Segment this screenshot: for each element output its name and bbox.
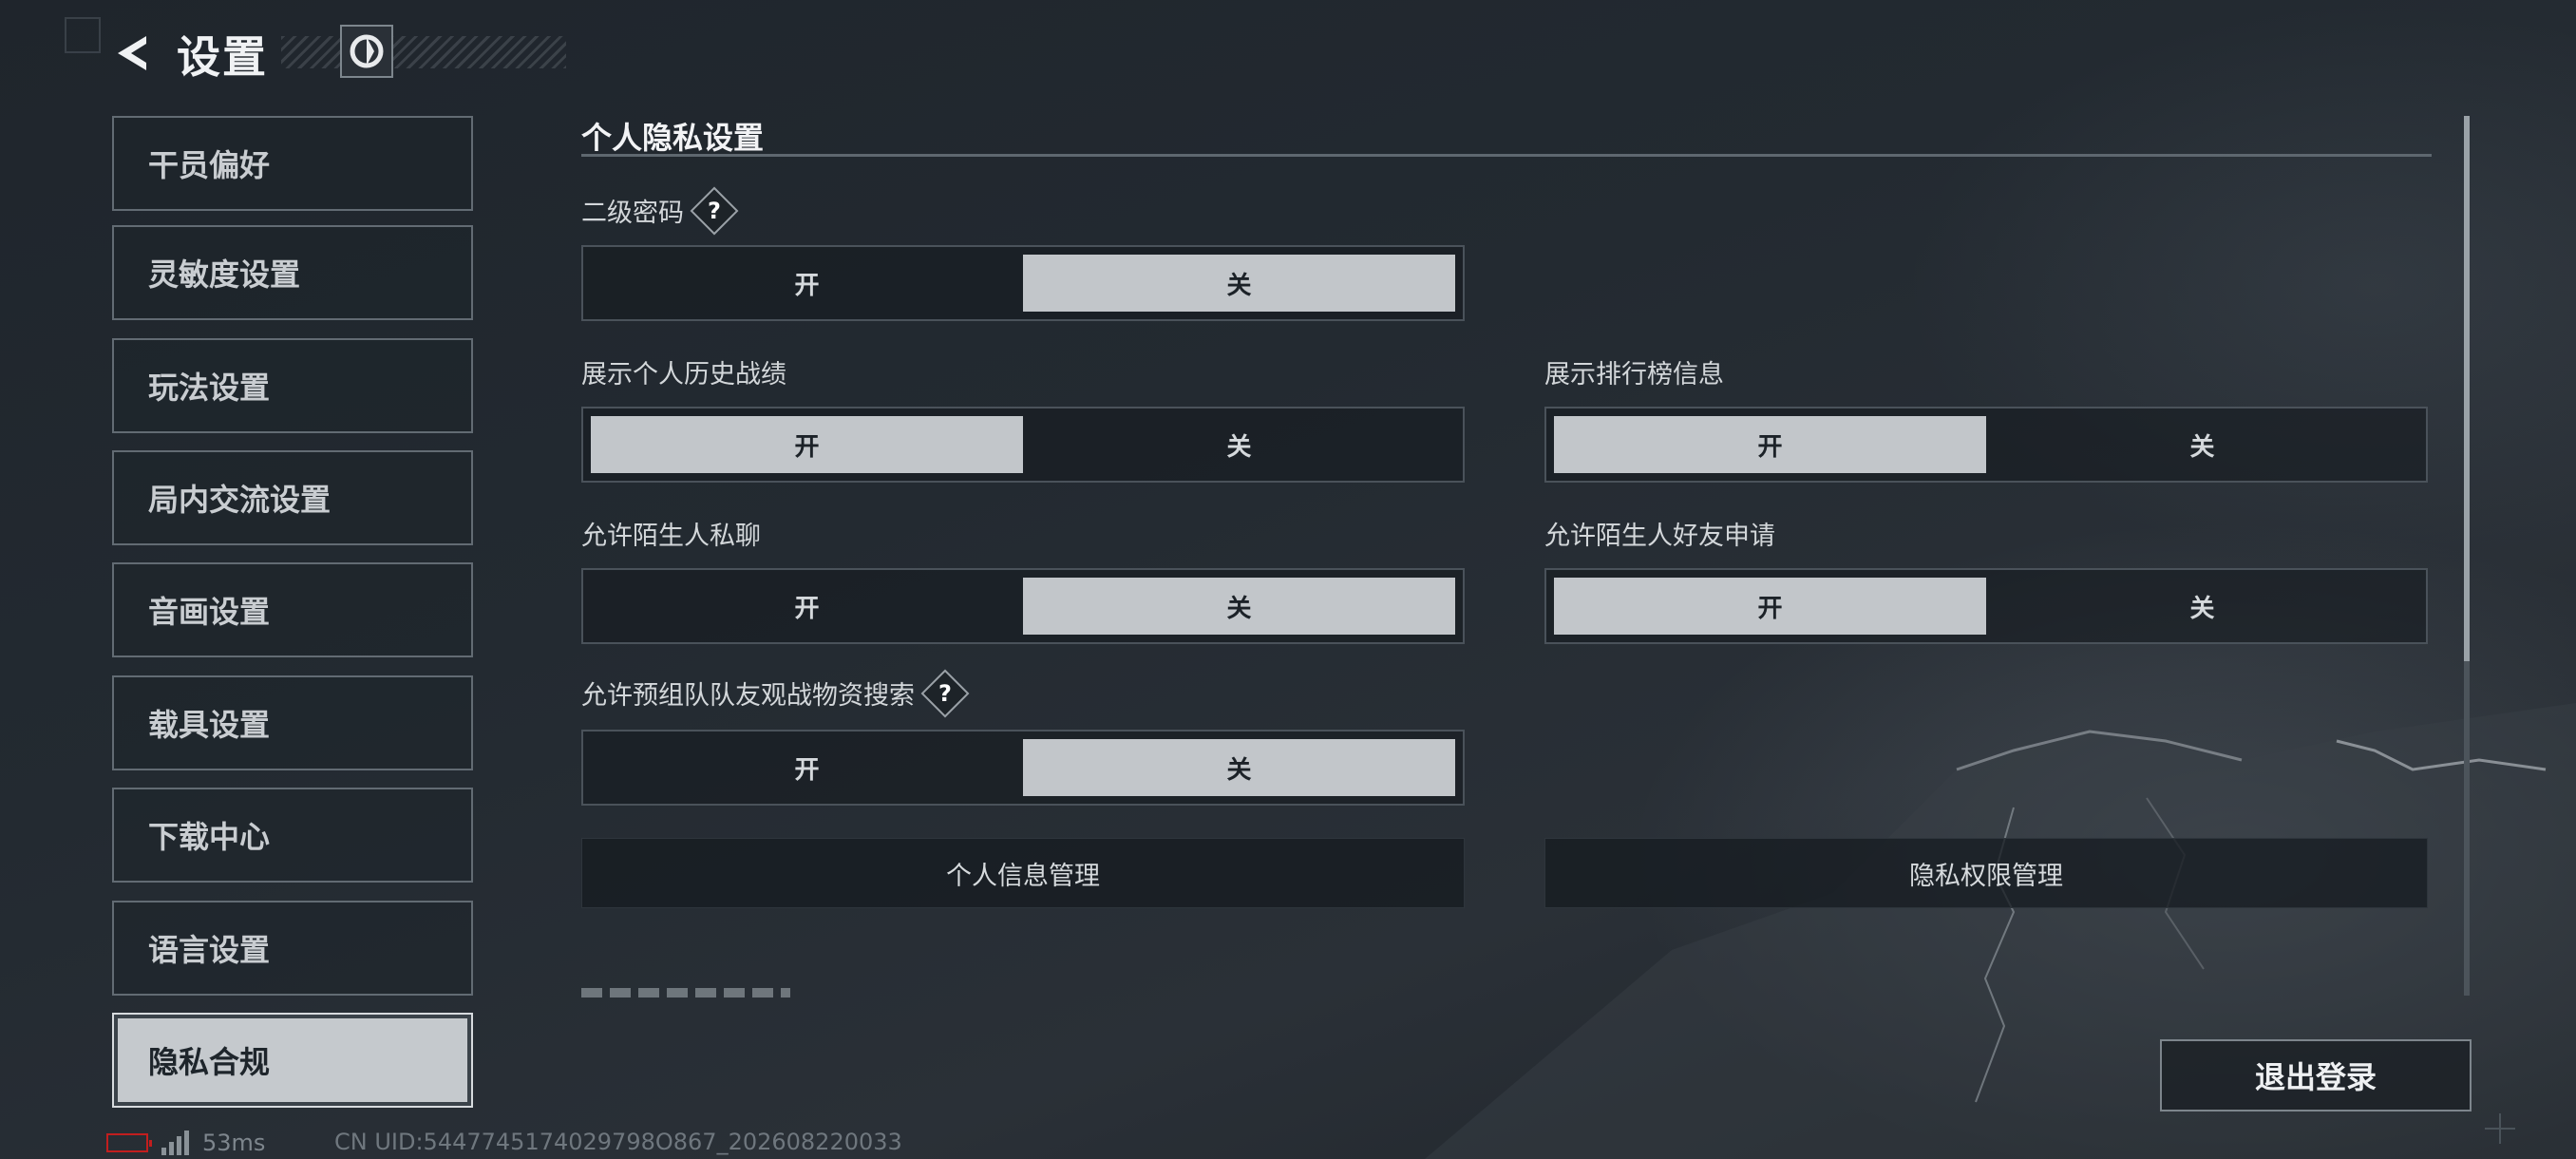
toggle-option-on[interactable]: 开 <box>591 739 1023 796</box>
sidebar-item-label: 灵敏度设置 <box>148 256 301 293</box>
setting-label-text: 二级密码 <box>581 199 684 228</box>
sidebar-item-gameplay[interactable]: 玩法设置 <box>112 338 473 433</box>
setting-label-show-leaderboard: 展示排行榜信息 <box>1544 353 1724 390</box>
scrollbar-thumb[interactable] <box>2464 116 2470 661</box>
sidebar-item-privacy-compliance[interactable]: 隐私合规 <box>112 1013 473 1108</box>
toggle-option-off[interactable]: 关 <box>1023 578 1455 635</box>
user-uid: CN UID:5447745174029798O867_202608220033 <box>334 1129 902 1155</box>
sidebar-item-label: 语言设置 <box>148 932 271 968</box>
sidebar-item-audio-video[interactable]: 音画设置 <box>112 562 473 657</box>
toggle-show-leaderboard: 开 关 <box>1544 407 2428 483</box>
logout-button[interactable]: 退出登录 <box>2160 1039 2472 1112</box>
sidebar-item-download-center[interactable]: 下载中心 <box>112 788 473 883</box>
setting-label-team-spectate-loot: 允许预组队队友观战物资搜索 ? <box>581 669 970 717</box>
sidebar-item-operator-preference[interactable]: 干员偏好 <box>112 116 473 211</box>
setting-label-text: 允许预组队队友观战物资搜索 <box>581 681 915 711</box>
setting-label-text: 展示个人历史战绩 <box>581 360 786 390</box>
section-divider <box>581 154 2432 157</box>
setting-label-text: 允许陌生人好友申请 <box>1544 522 1775 551</box>
header-corner-frame <box>65 17 101 53</box>
toggle-option-off[interactable]: 关 <box>1023 739 1455 796</box>
toggle-show-history: 开 关 <box>581 407 1465 483</box>
setting-label-stranger-friend-request: 允许陌生人好友申请 <box>1544 515 1775 552</box>
privacy-permission-management-button[interactable]: 隐私权限管理 <box>1544 838 2428 908</box>
sidebar-item-label: 载具设置 <box>148 707 271 743</box>
setting-label-text: 允许陌生人私聊 <box>581 522 761 551</box>
toggle-stranger-friend-request: 开 关 <box>1544 568 2428 644</box>
back-arrow-icon <box>118 36 146 70</box>
setting-label-text: 展示排行榜信息 <box>1544 360 1724 390</box>
sidebar-item-label: 下载中心 <box>148 819 271 855</box>
page-title: 设置 <box>177 31 268 83</box>
help-icon[interactable]: ? <box>690 186 739 235</box>
header-decoration <box>281 36 566 68</box>
game-logo-icon <box>340 25 393 78</box>
setting-label-stranger-chat: 允许陌生人私聊 <box>581 515 761 552</box>
toggle-option-off[interactable]: 关 <box>1023 416 1455 473</box>
toggle-option-off[interactable]: 关 <box>1986 416 2418 473</box>
section-title: 个人隐私设置 <box>581 120 765 156</box>
toggle-option-on[interactable]: 开 <box>591 255 1023 312</box>
signal-strength-icon <box>161 1130 189 1155</box>
sidebar-item-label: 局内交流设置 <box>148 482 331 518</box>
sidebar-item-language[interactable]: 语言设置 <box>112 901 473 996</box>
sidebar-item-label: 隐私合规 <box>148 1044 271 1080</box>
next-section-title-clipped <box>581 988 790 998</box>
toggle-option-off[interactable]: 关 <box>1986 578 2418 635</box>
toggle-option-on[interactable]: 开 <box>591 416 1023 473</box>
battery-icon <box>106 1133 152 1152</box>
settings-sidebar: 干员偏好 灵敏度设置 玩法设置 局内交流设置 音画设置 载具设置 下载中心 语言… <box>112 116 473 1112</box>
status-bar: 53ms <box>106 1129 265 1157</box>
setting-label-show-history: 展示个人历史战绩 <box>581 353 786 390</box>
toggle-option-on[interactable]: 开 <box>1554 578 1986 635</box>
personal-info-management-button[interactable]: 个人信息管理 <box>581 838 1465 908</box>
back-button[interactable] <box>103 25 160 82</box>
sidebar-item-label: 干员偏好 <box>148 147 271 183</box>
toggle-team-spectate-loot: 开 关 <box>581 730 1465 806</box>
toggle-stranger-chat: 开 关 <box>581 568 1465 644</box>
privacy-settings-panel: 个人隐私设置 二级密码 ? 开 关 展示个人历史战绩 开 关 展示排行榜信息 开… <box>581 104 2481 998</box>
help-icon[interactable]: ? <box>920 669 970 717</box>
ping-value: 53ms <box>202 1130 266 1156</box>
toggle-secondary-password: 开 关 <box>581 245 1465 321</box>
sidebar-item-in-game-communication[interactable]: 局内交流设置 <box>112 450 473 545</box>
toggle-option-off[interactable]: 关 <box>1023 255 1455 312</box>
sidebar-item-label: 玩法设置 <box>148 370 271 406</box>
toggle-option-on[interactable]: 开 <box>591 578 1023 635</box>
setting-label-secondary-password: 二级密码 ? <box>581 186 739 235</box>
sidebar-item-label: 音画设置 <box>148 594 271 630</box>
toggle-option-on[interactable]: 开 <box>1554 416 1986 473</box>
sidebar-item-sensitivity[interactable]: 灵敏度设置 <box>112 225 473 320</box>
sidebar-item-vehicle[interactable]: 载具设置 <box>112 675 473 770</box>
crosshair-plus-icon <box>2485 1113 2515 1144</box>
